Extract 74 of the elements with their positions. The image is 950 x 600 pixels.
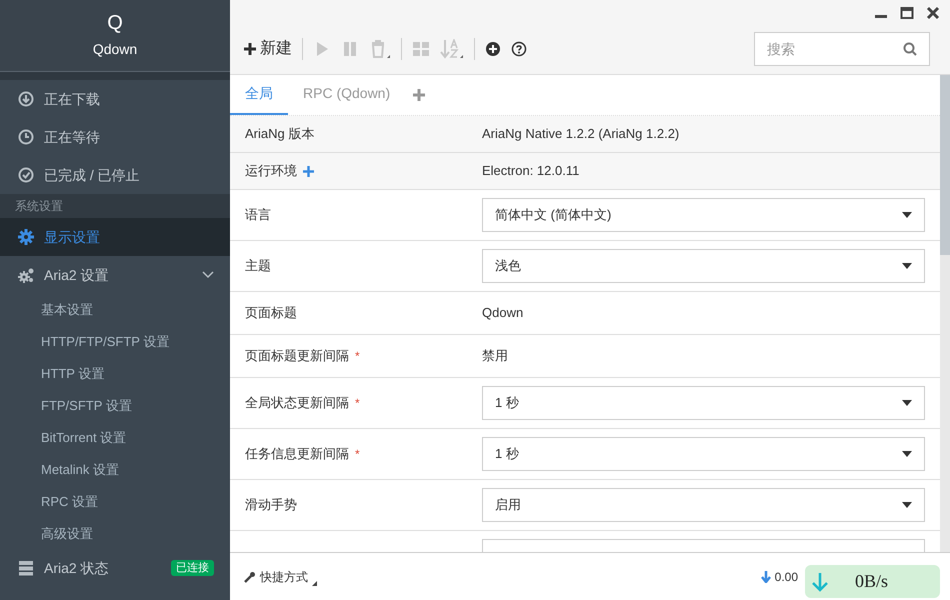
setting-label: AriaNg 版本	[245, 125, 314, 144]
new-button[interactable]: 新建	[244, 37, 292, 61]
wrench-icon	[244, 570, 256, 582]
expand-button[interactable]	[303, 166, 314, 176]
pause-icon[interactable]	[341, 40, 359, 58]
sidebar-item[interactable]: Aria2 设置	[0, 256, 230, 294]
download-icon	[18, 91, 34, 107]
dropdown[interactable]: 1 秒	[482, 386, 925, 420]
sidebar-subitem[interactable]: Metalink 设置	[0, 454, 230, 486]
sidebar-subitem[interactable]: RPC 设置	[0, 486, 230, 518]
dropdown[interactable]: 浅色	[482, 249, 925, 283]
search-icon	[903, 42, 917, 56]
maximize-icon[interactable]	[900, 6, 914, 20]
search-field[interactable]: 搜索	[754, 32, 930, 66]
clock-icon	[18, 129, 34, 145]
setting-label: 运行环境	[245, 162, 297, 180]
trash-icon[interactable]	[369, 39, 391, 59]
help-icon[interactable]	[511, 41, 527, 57]
sidebar-item[interactable]: 正在下载	[0, 80, 230, 118]
sidebar-subitem[interactable]: BitTorrent 设置	[0, 422, 230, 454]
dropdown[interactable]: 1 秒	[482, 437, 925, 471]
sort-icon[interactable]	[440, 39, 464, 59]
grid-icon[interactable]	[412, 40, 430, 58]
sidebar-subitem[interactable]: HTTP 设置	[0, 358, 230, 390]
down-arrow-icon	[811, 572, 829, 592]
required-mark: *	[355, 348, 360, 365]
caret-icon	[902, 263, 912, 269]
setting-label: 语言	[245, 206, 271, 224]
caret-icon	[902, 400, 912, 406]
add-circle-icon[interactable]	[485, 41, 501, 57]
sidebar-subitem[interactable]: HTTP/FTP/SFTP 设置	[0, 326, 230, 358]
section-header: 系统设置	[0, 194, 230, 218]
speed-value: 0B/s	[855, 570, 888, 593]
dropdown[interactable]: 启用	[482, 488, 925, 522]
download-speed: 0.00	[774, 568, 798, 586]
setting-value: AriaNg Native 1.2.2 (AriaNg 1.2.2)	[482, 125, 680, 144]
setting-label: 主题	[245, 257, 271, 276]
search-input[interactable]: 搜索	[767, 38, 903, 60]
setting-label: 页面标题更新间隔	[245, 347, 349, 366]
caret-icon	[902, 502, 912, 508]
required-mark: *	[355, 395, 360, 412]
status-badge: 已连接	[171, 560, 214, 576]
plus-icon	[413, 88, 426, 100]
gear-icon	[18, 229, 34, 245]
server-icon	[18, 560, 34, 576]
gears-icon	[18, 267, 34, 283]
setting-label: 任务信息更新间隔	[245, 445, 349, 464]
app-logo: Q	[107, 11, 123, 35]
setting-label: 页面标题	[245, 304, 297, 322]
app-name: Qdown	[92, 40, 138, 59]
setting-label: 全局状态更新间隔	[245, 394, 349, 412]
sidebar-subitem[interactable]: FTP/SFTP 设置	[0, 390, 230, 422]
setting-label: 滑动手势	[245, 496, 297, 514]
sidebar-item[interactable]: 正在等待	[0, 118, 230, 156]
dropdown[interactable]: 简体中文 (简体中文)	[482, 198, 925, 232]
required-mark: *	[355, 446, 360, 463]
setting-value: 禁用	[482, 347, 508, 366]
setting-value: Qdown	[482, 304, 524, 322]
plus-icon	[303, 166, 314, 176]
caret-icon	[902, 212, 912, 218]
close-icon[interactable]	[926, 6, 940, 20]
sidebar-item[interactable]: 已完成 / 已停止	[0, 156, 230, 194]
down-arrow-icon	[760, 570, 771, 582]
shortcut-button[interactable]: 快捷方式	[244, 568, 317, 586]
caret-icon	[902, 451, 912, 457]
sidebar-subitem[interactable]: 基本设置	[0, 294, 230, 326]
scrollbar[interactable]	[940, 75, 950, 552]
caret-icon	[312, 580, 317, 586]
sidebar-subitem[interactable]: 高级设置	[0, 518, 230, 550]
setting-value: Electron: 12.0.11	[482, 162, 580, 180]
sidebar-item[interactable]: Aria2 状态 已连接	[0, 550, 230, 586]
plus-icon	[244, 43, 256, 55]
sidebar-item[interactable]: 显示设置	[0, 218, 230, 256]
check-circle-icon	[18, 167, 34, 183]
